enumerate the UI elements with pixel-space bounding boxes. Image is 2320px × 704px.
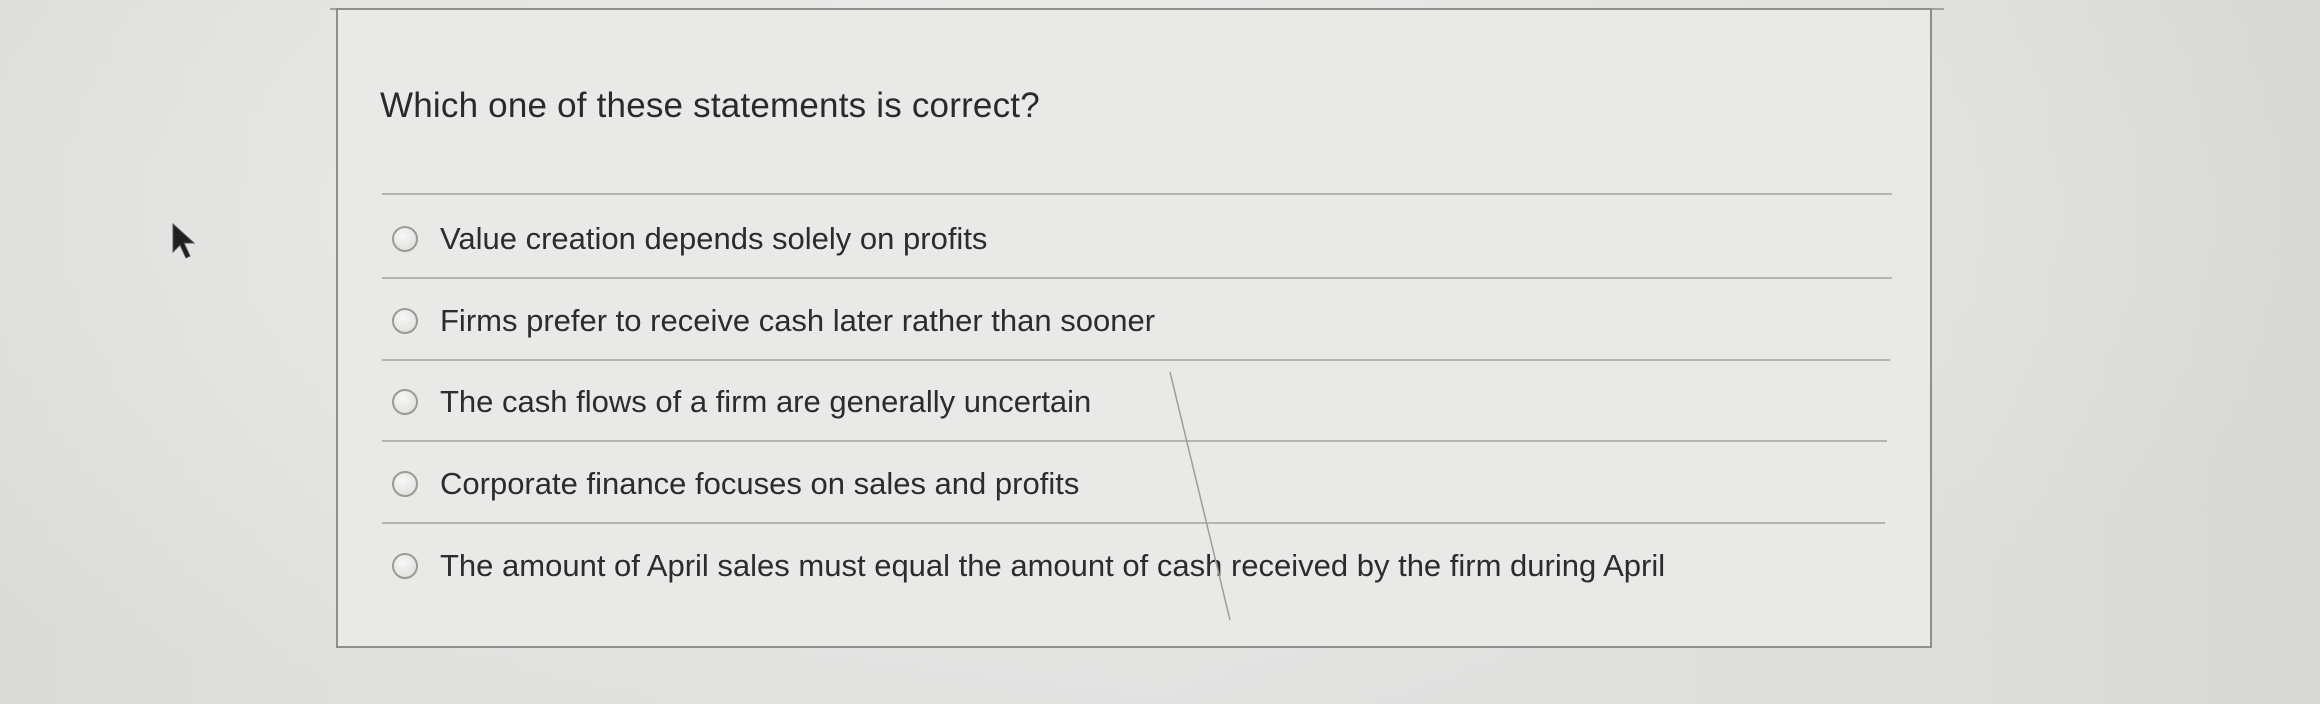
radio-button-icon[interactable] <box>392 308 418 334</box>
option-row-3[interactable]: The cash flows of a firm are generally u… <box>392 377 1091 427</box>
option-label-3[interactable]: The cash flows of a firm are generally u… <box>440 384 1091 420</box>
option-separator-4 <box>382 522 1885 524</box>
question-separator <box>382 193 1892 195</box>
radio-button-icon[interactable] <box>392 226 418 252</box>
option-separator-3 <box>382 440 1887 442</box>
question-text: Which one of these statements is correct… <box>380 86 1040 125</box>
option-separator-2 <box>382 359 1890 361</box>
radio-button-icon[interactable] <box>392 553 418 579</box>
option-row-1[interactable]: Value creation depends solely on profits <box>392 214 987 264</box>
radio-button-icon[interactable] <box>392 471 418 497</box>
option-row-5[interactable]: The amount of April sales must equal the… <box>392 541 1665 591</box>
option-row-4[interactable]: Corporate finance focuses on sales and p… <box>392 459 1079 509</box>
option-separator-1 <box>382 277 1892 279</box>
option-label-4[interactable]: Corporate finance focuses on sales and p… <box>440 466 1079 502</box>
option-label-5[interactable]: The amount of April sales must equal the… <box>440 548 1665 584</box>
option-row-2[interactable]: Firms prefer to receive cash later rathe… <box>392 296 1155 346</box>
mouse-cursor-icon <box>172 222 196 259</box>
radio-button-icon[interactable] <box>392 389 418 415</box>
option-label-2[interactable]: Firms prefer to receive cash later rathe… <box>440 303 1155 339</box>
option-label-1[interactable]: Value creation depends solely on profits <box>440 221 987 257</box>
